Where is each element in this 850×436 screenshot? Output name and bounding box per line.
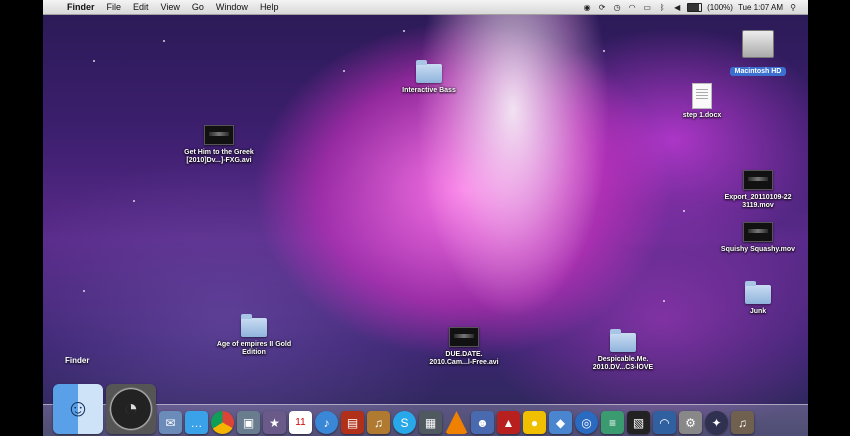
preview-icon[interactable]: ◆ bbox=[549, 411, 572, 434]
star bbox=[683, 210, 685, 212]
star bbox=[603, 50, 605, 52]
export-mov-label: Export_20110109-22 3119.mov bbox=[724, 194, 792, 209]
mail-icon[interactable]: ✉ bbox=[159, 411, 182, 434]
hard-drive-icon bbox=[742, 30, 774, 58]
display-icon[interactable]: ▭ bbox=[642, 3, 652, 12]
star bbox=[343, 70, 345, 72]
volume-icon[interactable]: ◀ bbox=[672, 3, 682, 12]
export-mov-file[interactable]: Export_20110109-22 3119.mov bbox=[703, 170, 808, 210]
time-machine-icon[interactable]: ◷ bbox=[612, 3, 622, 12]
ichat-icon[interactable]: … bbox=[185, 411, 208, 434]
battery-icon[interactable] bbox=[687, 2, 703, 12]
ical-icon[interactable]: 11 bbox=[289, 411, 312, 434]
menu-window[interactable]: Window bbox=[210, 0, 254, 14]
folder-icon bbox=[241, 314, 267, 337]
garageband-icon[interactable]: ♫ bbox=[367, 411, 390, 434]
menu-go[interactable]: Go bbox=[186, 0, 210, 14]
age-of-empires-folder[interactable]: Age of empires II Gold Edition bbox=[199, 314, 309, 357]
reader-icon[interactable]: ▲ bbox=[497, 411, 520, 434]
due-date-video-file[interactable]: DUE.DATE. 2010.Cam...l-Free.avi bbox=[409, 327, 519, 367]
due-date-label: DUE.DATE. 2010.Cam...l-Free.avi bbox=[429, 351, 499, 366]
interactive-bass-label: Interactive Bass bbox=[402, 87, 456, 94]
imovie-icon[interactable]: ★ bbox=[263, 411, 286, 434]
greek-video-file[interactable]: Get Him to the Greek [2010]Dv...]-FXG.av… bbox=[164, 125, 274, 165]
battery-percentage[interactable]: (100%) bbox=[707, 3, 733, 12]
menu-file[interactable]: File bbox=[101, 0, 128, 14]
dock: ☺ ◔ ✉ … ▣ ★ 11 ♪ ▤ ♫ S ▦ ☻ ▲ ● ◆ ◎ ≡ ▧ ◠… bbox=[53, 372, 754, 434]
menu-view[interactable]: View bbox=[155, 0, 186, 14]
video-icon bbox=[743, 222, 773, 242]
folder-icon bbox=[610, 329, 636, 352]
wifi-icon[interactable]: ◠ bbox=[627, 3, 637, 12]
audio-icon[interactable]: ♫ bbox=[731, 411, 754, 434]
junk-label: Junk bbox=[749, 308, 767, 315]
star bbox=[83, 290, 85, 292]
spaces-icon[interactable]: ▦ bbox=[419, 411, 442, 434]
folder-icon bbox=[416, 60, 442, 83]
squishy-mov-file[interactable]: Squishy Squashy.mov bbox=[703, 222, 808, 254]
star bbox=[403, 30, 405, 32]
menu-bar: Finder File Edit View Go Window Help ◉ ⟳… bbox=[43, 0, 808, 15]
ball-icon[interactable]: ✦ bbox=[705, 411, 728, 434]
finder-icon[interactable]: ☺ bbox=[53, 384, 103, 434]
utility-icon[interactable]: ≡ bbox=[601, 411, 624, 434]
star bbox=[663, 300, 665, 302]
video-icon bbox=[204, 125, 234, 145]
menu-edit[interactable]: Edit bbox=[127, 0, 155, 14]
menu-finder[interactable]: Finder bbox=[61, 0, 101, 14]
skype-icon[interactable]: S bbox=[393, 411, 416, 434]
chrome-icon[interactable] bbox=[211, 411, 234, 434]
star bbox=[133, 200, 135, 202]
skype-status-icon[interactable]: ◉ bbox=[582, 3, 592, 12]
photo-booth-icon[interactable]: ▤ bbox=[341, 411, 364, 434]
status-menus: ◉ ⟳ ◷ ◠ ▭ ᛒ ◀ (100%) Tue 1:07 AM ⚲ bbox=[582, 2, 808, 12]
spotlight-icon[interactable]: ⚲ bbox=[788, 3, 798, 12]
video-icon bbox=[449, 327, 479, 347]
greek-video-label: Get Him to the Greek [2010]Dv...]-FXG.av… bbox=[184, 149, 254, 164]
star bbox=[93, 60, 95, 62]
menu-clock[interactable]: Tue 1:07 AM bbox=[738, 3, 783, 12]
vlc-icon[interactable] bbox=[445, 411, 468, 434]
video-icon bbox=[743, 170, 773, 190]
folder-icon bbox=[745, 281, 771, 304]
adium-icon[interactable]: ● bbox=[523, 411, 546, 434]
step-doc-file[interactable]: step 1.docx bbox=[647, 83, 757, 120]
interactive-bass-folder[interactable]: Interactive Bass bbox=[374, 60, 484, 95]
age-of-empires-label: Age of empires II Gold Edition bbox=[216, 341, 292, 356]
menu-help[interactable]: Help bbox=[254, 0, 285, 14]
settings-icon[interactable]: ⚙ bbox=[679, 411, 702, 434]
macintosh-hd-icon[interactable]: Macintosh HD bbox=[703, 30, 808, 78]
photo-icon[interactable]: ▧ bbox=[627, 411, 650, 434]
step-doc-label: step 1.docx bbox=[682, 112, 722, 119]
document-icon bbox=[692, 83, 712, 109]
junk-folder[interactable]: Junk bbox=[703, 281, 808, 316]
safari-icon[interactable]: ◎ bbox=[575, 411, 598, 434]
wifi-icon[interactable]: ◠ bbox=[653, 411, 676, 434]
macintosh-hd-label: Macintosh HD bbox=[729, 67, 787, 76]
bluetooth-icon[interactable]: ᛒ bbox=[657, 3, 667, 12]
despicable-folder[interactable]: Despicable.Me. 2010.DV...C3-lOVE bbox=[568, 329, 678, 372]
dock-tooltip: Finder bbox=[65, 356, 90, 365]
star bbox=[163, 40, 165, 42]
squishy-mov-label: Squishy Squashy.mov bbox=[720, 246, 796, 253]
itunes-icon[interactable]: ♪ bbox=[315, 411, 338, 434]
contacts-icon[interactable]: ☻ bbox=[471, 411, 494, 434]
iphoto-icon[interactable]: ▣ bbox=[237, 411, 260, 434]
desktop: Finder File Edit View Go Window Help ◉ ⟳… bbox=[43, 0, 808, 436]
sync-icon[interactable]: ⟳ bbox=[597, 3, 607, 12]
despicable-label: Despicable.Me. 2010.DV...C3-lOVE bbox=[592, 356, 654, 371]
dashboard-icon[interactable]: ◔ bbox=[106, 384, 156, 434]
